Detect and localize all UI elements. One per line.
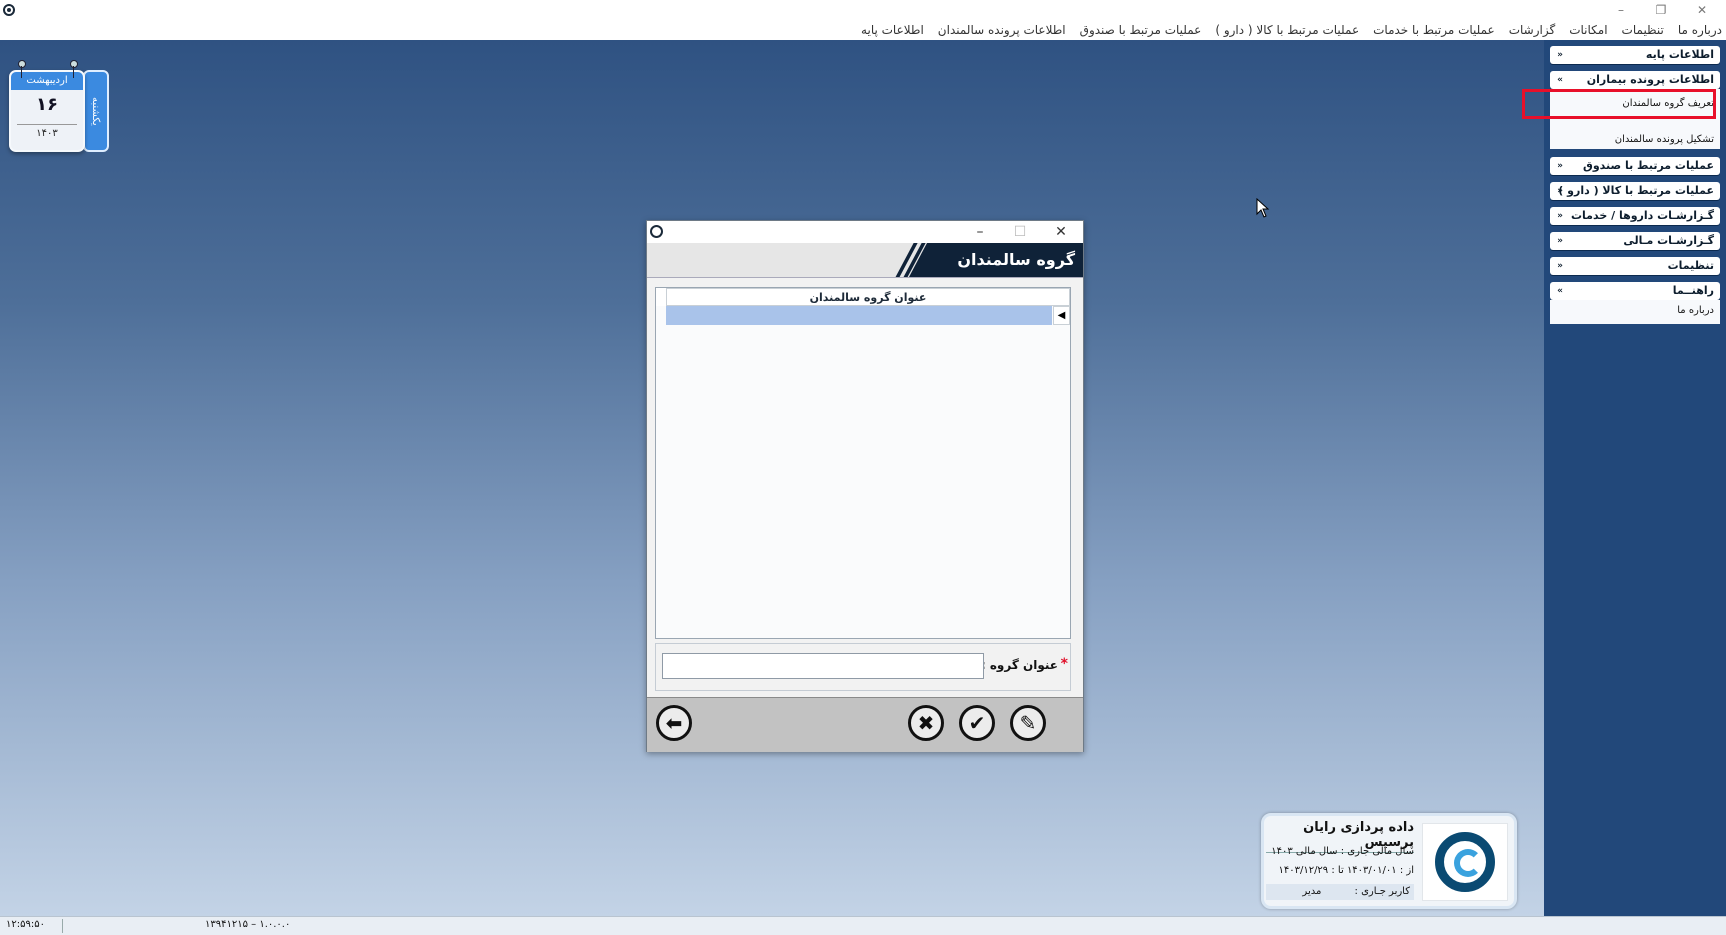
sidebar-group-label: عملیات مرتبط با صندوق: [1582, 159, 1714, 172]
group-title-label: عنوان گروه :: [980, 658, 1058, 672]
menu-tools[interactable]: امکانات: [1569, 20, 1607, 40]
dialog-header-title-bg: گروه سالمندان: [909, 243, 1083, 277]
calendar-divider: [17, 124, 77, 125]
app-icon[interactable]: [3, 4, 15, 16]
status-clock: ۱۲:۵۹:۵۰: [6, 919, 45, 930]
sidebar-group-drug-reports[interactable]: » گـزارشـات داروها / خدمات: [1550, 207, 1720, 225]
menu-elderly-records[interactable]: اطلاعات پرونده سالمندان: [938, 20, 1066, 40]
back-button[interactable]: ⬅: [656, 705, 692, 741]
dialog-app-icon: [650, 225, 663, 238]
window-restore-button[interactable]: ❐: [1643, 0, 1679, 20]
calendar-card: اردیبهشت ۱۶ ۱۴۰۳: [9, 70, 85, 152]
grid-selected-row[interactable]: [666, 306, 1052, 325]
sidebar-group-patient-records[interactable]: « اطلاعات پرونده بیماران: [1550, 71, 1720, 89]
sidebar-group-base-info[interactable]: » اطلاعات پایه: [1550, 46, 1720, 64]
calendar-widget: یکشنبه اردیبهشت ۱۶ ۱۴۰۳: [9, 60, 109, 152]
menu-cashbox-ops[interactable]: عملیات مرتبط با صندوق: [1080, 20, 1202, 40]
main-menubar: اطلاعات پایه اطلاعات پرونده سالمندان عمل…: [0, 20, 1726, 41]
group-title-input[interactable]: [662, 653, 984, 679]
chevron-up-icon: «: [1557, 75, 1563, 85]
current-user-label: کاربر جـاری :: [1354, 886, 1410, 897]
sidebar-help-subitems: درباره ما: [1550, 300, 1720, 324]
edit-button[interactable]: ✎: [1010, 705, 1046, 741]
current-user: کاربر جـاری : مدیر: [1266, 884, 1414, 900]
menu-goods-ops[interactable]: عملیات مرتبط با کالا ( دارو ): [1215, 20, 1359, 40]
sidebar-group-settings[interactable]: » تنظیمات: [1550, 257, 1720, 275]
menu-services-ops[interactable]: عملیات مرتبط با خدمات: [1373, 20, 1495, 40]
mouse-cursor-icon: [1256, 198, 1270, 218]
window-close-button[interactable]: ✕: [1684, 0, 1720, 20]
calendar-ring-icon: [70, 60, 78, 78]
sidebar-group-label: تنظیمات: [1667, 259, 1714, 272]
menu-settings[interactable]: تنظیمات: [1622, 20, 1664, 40]
menu-reports[interactable]: گزارشات: [1509, 20, 1555, 40]
company-logo-icon: [1435, 832, 1495, 892]
menu-items: اطلاعات پایه اطلاعات پرونده سالمندان عمل…: [861, 20, 1722, 40]
company-logo: [1422, 823, 1508, 901]
status-bar: ۱۲:۵۹:۵۰ ۱۳۹۴۱۲۱۵ – ۱.۰.۰.۰: [0, 916, 1726, 935]
window-titlebar: – ❐ ✕: [0, 0, 1726, 20]
elderly-group-dialog: – ☐ ✕ گروه سالمندان عنوان گروه سالمندان …: [646, 220, 1084, 752]
chevron-down-icon: »: [1557, 161, 1563, 171]
calendar-weekday-tab: یکشنبه: [83, 70, 109, 152]
sidebar-group-label: عملیات مرتبط با کالا ( دارو ): [1558, 184, 1714, 197]
cancel-button[interactable]: ✖: [908, 705, 944, 741]
sidebar-group-cashbox[interactable]: » عملیات مرتبط با صندوق: [1550, 157, 1720, 175]
highlight-annotation: [1522, 89, 1716, 119]
sidebar-group-label: گـزارشـات داروها / خدمات: [1571, 209, 1714, 222]
required-mark: *: [1060, 656, 1068, 672]
calendar-weekday: یکشنبه: [90, 96, 101, 126]
menu-base-info[interactable]: اطلاعات پایه: [861, 20, 924, 40]
current-user-value: مدیر: [1302, 886, 1322, 897]
fiscal-range: از : ۱۴۰۳/۰۱/۰۱ تا : ۱۴۰۳/۱۲/۲۹: [1278, 865, 1414, 876]
dialog-titlebar: – ☐ ✕: [647, 221, 1083, 243]
sidebar-group-label: اطلاعات پایه: [1645, 48, 1714, 61]
fiscal-year: سال مالی جاری : سال مالی ۱۴۰۳: [1271, 846, 1414, 857]
sidebar-group-goods[interactable]: » عملیات مرتبط با کالا ( دارو ): [1550, 182, 1720, 200]
calendar-day: ۱۶: [36, 94, 58, 115]
menu-about[interactable]: درباره ما: [1678, 20, 1722, 40]
dialog-header: گروه سالمندان: [647, 243, 1083, 278]
sidebar-group-label: اطلاعات پرونده بیماران: [1586, 73, 1714, 86]
sidebar-item-create-elderly-record[interactable]: تشکیل پرونده سالمندان: [1615, 134, 1714, 145]
sidebar-group-financial-reports[interactable]: » گـزارشـات مـالی: [1550, 232, 1720, 250]
dialog-title: گروه سالمندان: [957, 250, 1075, 269]
group-form-panel: * عنوان گروه :: [655, 643, 1071, 691]
dialog-maximize-button: ☐: [1013, 224, 1027, 240]
dialog-close-button[interactable]: ✕: [1046, 221, 1076, 243]
elderly-group-grid[interactable]: عنوان گروه سالمندان ◀: [655, 287, 1071, 639]
confirm-button[interactable]: ✔: [959, 705, 995, 741]
chevron-down-icon: »: [1557, 211, 1563, 221]
company-info-card: داده پردازی رایان پرسیس سال مالی جاری : …: [1261, 813, 1517, 909]
calendar-ring-icon: [18, 60, 26, 78]
calendar-year: ۱۴۰۳: [36, 128, 58, 139]
sidebar-group-label: گـزارشـات مـالی: [1623, 234, 1714, 247]
window-minimize-button[interactable]: –: [1603, 0, 1639, 20]
dialog-toolbar: ⬅ ✖ ✔ ✎: [647, 697, 1083, 752]
status-divider: [62, 919, 63, 933]
grid-column-header[interactable]: عنوان گروه سالمندان: [666, 288, 1070, 306]
status-version: ۱۳۹۴۱۲۱۵ – ۱.۰.۰.۰: [205, 919, 291, 930]
dialog-minimize-button[interactable]: –: [965, 221, 995, 243]
row-indicator-icon: ◀: [1053, 306, 1070, 325]
chevron-up-icon: «: [1557, 286, 1563, 296]
chevron-down-icon: »: [1557, 236, 1563, 246]
sidebar-group-help[interactable]: « راهنــما: [1550, 282, 1720, 300]
navigation-sidebar: » اطلاعات پایه « اطلاعات پرونده بیماران …: [1544, 40, 1726, 916]
chevron-down-icon: »: [1557, 50, 1563, 60]
sidebar-group-label: راهنــما: [1672, 284, 1714, 297]
sidebar-item-about[interactable]: درباره ما: [1677, 305, 1714, 316]
chevron-down-icon: »: [1557, 261, 1563, 271]
